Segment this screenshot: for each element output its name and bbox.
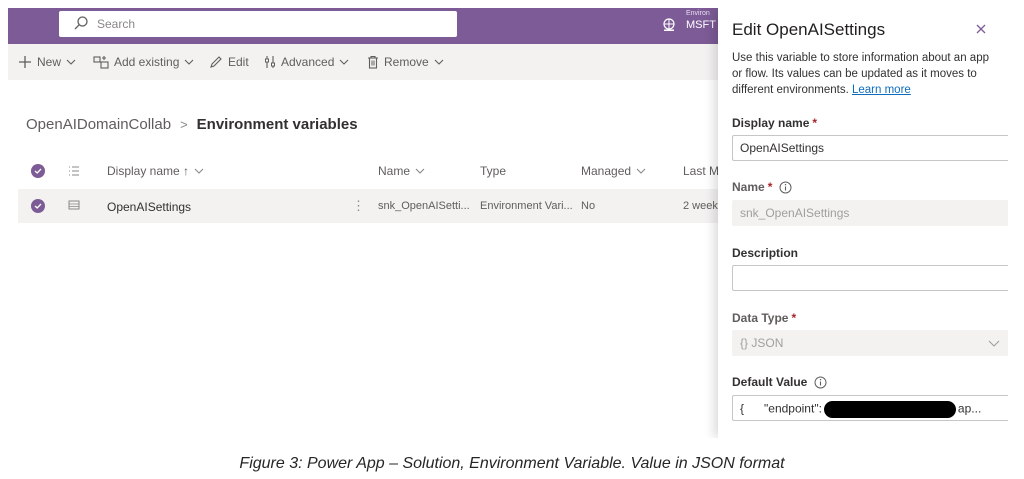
panel-description: Use this variable to store information a… <box>732 50 1002 98</box>
required-mark: * <box>791 311 797 325</box>
command-bar: New Add existing Edit Advanced Remove <box>8 44 720 80</box>
column-label: Display name <box>107 164 180 178</box>
data-type-label-text: Data Type <box>732 311 789 325</box>
data-type-value: {} JSON <box>740 336 784 350</box>
chevron-down-icon <box>434 59 444 65</box>
advanced-button[interactable]: Advanced <box>264 54 349 70</box>
edit-icon <box>210 56 222 68</box>
search-placeholder: Search <box>97 17 136 31</box>
column-last-modified[interactable]: Last M <box>683 164 719 178</box>
list-icon <box>69 166 79 176</box>
display-name-label: Display name * <box>732 116 817 130</box>
chevron-down-icon <box>66 59 76 65</box>
column-label: Managed <box>581 164 632 178</box>
edit-label: Edit <box>228 55 249 69</box>
column-name[interactable]: Name <box>378 164 425 178</box>
new-button[interactable]: New <box>18 54 76 70</box>
required-mark: * <box>812 116 818 130</box>
new-label: New <box>37 55 62 69</box>
cell-managed: No <box>581 200 596 212</box>
chevron-down-icon <box>194 168 204 174</box>
add-existing-icon <box>93 56 109 69</box>
chevron-down-icon <box>988 340 1000 347</box>
edit-button[interactable]: Edit <box>209 54 249 70</box>
column-type[interactable]: Type <box>480 164 506 178</box>
advanced-label: Advanced <box>281 55 335 69</box>
default-value-start: { "endpoint": <box>740 401 822 416</box>
redaction-mark <box>823 401 956 418</box>
description-label-text: Description <box>732 246 799 260</box>
data-type-label: Data Type * <box>732 311 796 325</box>
required-mark: * <box>767 180 773 194</box>
column-label: Name <box>378 164 411 178</box>
search-icon <box>74 16 88 30</box>
table-row[interactable]: OpenAISettings ⋮ snk_OpenAISetti... Envi… <box>18 189 723 223</box>
table-header: Display name ↑ Name Type Managed Last M <box>18 158 720 184</box>
figure-caption: Figure 3: Power App – Solution, Environm… <box>239 455 785 472</box>
breadcrumb-parent[interactable]: OpenAIDomainCollab <box>26 116 171 133</box>
chevron-down-icon <box>339 59 349 65</box>
display-name-field[interactable]: OpenAISettings <box>732 135 1008 161</box>
environment-label: Environ <box>686 10 710 17</box>
add-icon <box>19 56 31 68</box>
breadcrumb-current: Environment variables <box>196 116 358 133</box>
advanced-icon <box>265 56 275 68</box>
default-value-end: ap... <box>957 401 982 416</box>
data-type-select: {} JSON <box>732 330 1008 356</box>
sort-indicator: ↑ <box>183 164 190 178</box>
description-field[interactable] <box>732 265 1008 291</box>
breadcrumb-separator: > <box>180 117 188 132</box>
row-more-button[interactable]: ⋮ <box>352 198 365 214</box>
display-name-label-text: Display name <box>732 116 810 130</box>
environment-icon[interactable] <box>662 18 676 32</box>
edit-panel: Edit OpenAISettings Use this variable to… <box>718 8 1008 438</box>
column-managed[interactable]: Managed <box>581 164 646 178</box>
column-display-name[interactable]: Display name ↑ <box>107 164 204 178</box>
chevron-down-icon <box>415 168 425 174</box>
cell-display-name[interactable]: OpenAISettings <box>107 200 191 214</box>
app-screenshot: Search Environ MSFT New Add existing Edi… <box>8 8 1008 438</box>
name-label: Name * <box>732 180 792 194</box>
select-all-checkbox[interactable] <box>31 164 45 178</box>
add-existing-button[interactable]: Add existing <box>93 54 194 70</box>
column-label: Last M <box>683 164 720 178</box>
check-circle-icon <box>34 168 42 174</box>
cell-type: Environment Vari... <box>480 200 573 212</box>
environment-name[interactable]: MSFT <box>686 19 716 31</box>
remove-button[interactable]: Remove <box>367 54 444 70</box>
default-value-label-text: Default Value <box>732 375 808 389</box>
chevron-down-icon <box>184 59 194 65</box>
panel-title: Edit OpenAISettings <box>732 20 886 39</box>
default-value-label: Default Value <box>732 375 827 389</box>
remove-label: Remove <box>384 55 429 69</box>
row-checkbox[interactable] <box>31 199 45 213</box>
cell-name: snk_OpenAISetti... <box>378 200 470 212</box>
chevron-down-icon <box>636 168 646 174</box>
learn-more-link[interactable]: Learn more <box>852 84 911 96</box>
default-value-field[interactable]: { "endpoint": ap... <box>732 395 1008 421</box>
info-icon[interactable] <box>779 181 792 194</box>
check-circle-icon <box>34 203 42 209</box>
breadcrumb: OpenAIDomainCollab > Environment variables <box>26 116 358 133</box>
description-label: Description <box>732 246 798 260</box>
column-label: Type <box>480 164 507 178</box>
close-icon[interactable] <box>973 21 989 37</box>
row-icon <box>68 200 80 210</box>
info-icon[interactable] <box>814 376 827 389</box>
remove-icon <box>368 55 378 69</box>
name-label-text: Name <box>732 180 765 194</box>
search-box[interactable]: Search <box>59 11 457 37</box>
name-field: snk_OpenAISettings <box>732 200 1008 226</box>
add-existing-label: Add existing <box>114 55 180 69</box>
